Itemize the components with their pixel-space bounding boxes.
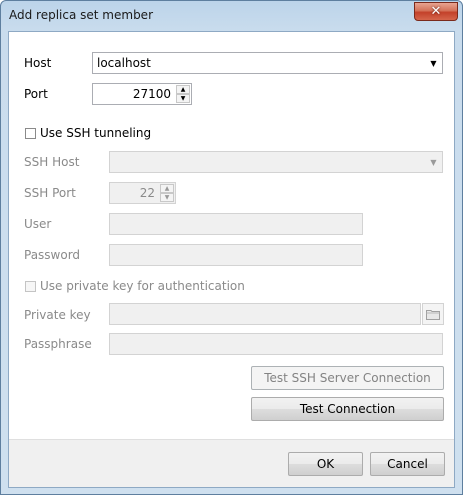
cancel-button[interactable]: Cancel (370, 452, 445, 476)
private-key-auth-checkbox[interactable] (25, 281, 36, 292)
folder-icon (426, 309, 440, 320)
user-input[interactable] (109, 213, 363, 235)
ssh-tunneling-label: Use SSH tunneling (40, 126, 152, 140)
ssh-port-label: SSH Port (24, 186, 76, 200)
browse-private-key-button[interactable] (422, 303, 444, 325)
ssh-tunneling-checkbox[interactable] (25, 128, 36, 139)
ssh-port-value: 22 (139, 186, 155, 200)
spin-down-icon[interactable]: ▼ (176, 94, 190, 103)
host-label: Host (24, 56, 52, 70)
ssh-host-combobox[interactable]: ▼ (109, 151, 443, 173)
close-button[interactable]: ✕ (414, 2, 458, 21)
dialog-window: Add replica set member ✕ Host localhost … (0, 0, 463, 495)
port-stepper[interactable]: 27100 ▲ ▼ (92, 83, 192, 105)
private-key-label: Private key (24, 308, 91, 322)
private-key-auth-label: Use private key for authentication (40, 279, 245, 293)
port-value: 27100 (132, 87, 171, 101)
user-label: User (24, 217, 52, 231)
spin-up-icon[interactable]: ▲ (176, 85, 190, 94)
ssh-port-spin-buttons[interactable]: ▲ ▼ (160, 184, 174, 202)
chevron-down-icon[interactable]: ▼ (426, 153, 441, 171)
port-label: Port (24, 87, 48, 101)
spin-up-icon[interactable]: ▲ (160, 184, 174, 193)
title-bar[interactable]: Add replica set member ✕ (1, 1, 462, 31)
ok-button[interactable]: OK (288, 452, 363, 476)
ssh-port-stepper[interactable]: 22 ▲ ▼ (109, 182, 176, 204)
ssh-host-label: SSH Host (24, 155, 80, 169)
dialog-footer: OK Cancel (9, 439, 454, 487)
passphrase-input[interactable] (109, 333, 443, 355)
password-input[interactable] (109, 244, 363, 266)
test-ssh-connection-button[interactable]: Test SSH Server Connection (251, 366, 444, 390)
passphrase-label: Passphrase (24, 337, 92, 351)
host-value: localhost (97, 56, 151, 70)
private-key-input[interactable] (109, 303, 421, 325)
dialog-body: Host localhost ▼ Port 27100 ▲ ▼ Use SSH … (8, 31, 455, 488)
test-connection-button[interactable]: Test Connection (251, 397, 444, 421)
port-spin-buttons[interactable]: ▲ ▼ (176, 85, 190, 103)
close-icon: ✕ (430, 4, 442, 19)
password-label: Password (24, 248, 81, 262)
window-title: Add replica set member (9, 8, 153, 22)
chevron-down-icon[interactable]: ▼ (426, 54, 441, 72)
host-combobox[interactable]: localhost ▼ (92, 52, 443, 74)
spin-down-icon[interactable]: ▼ (160, 193, 174, 202)
